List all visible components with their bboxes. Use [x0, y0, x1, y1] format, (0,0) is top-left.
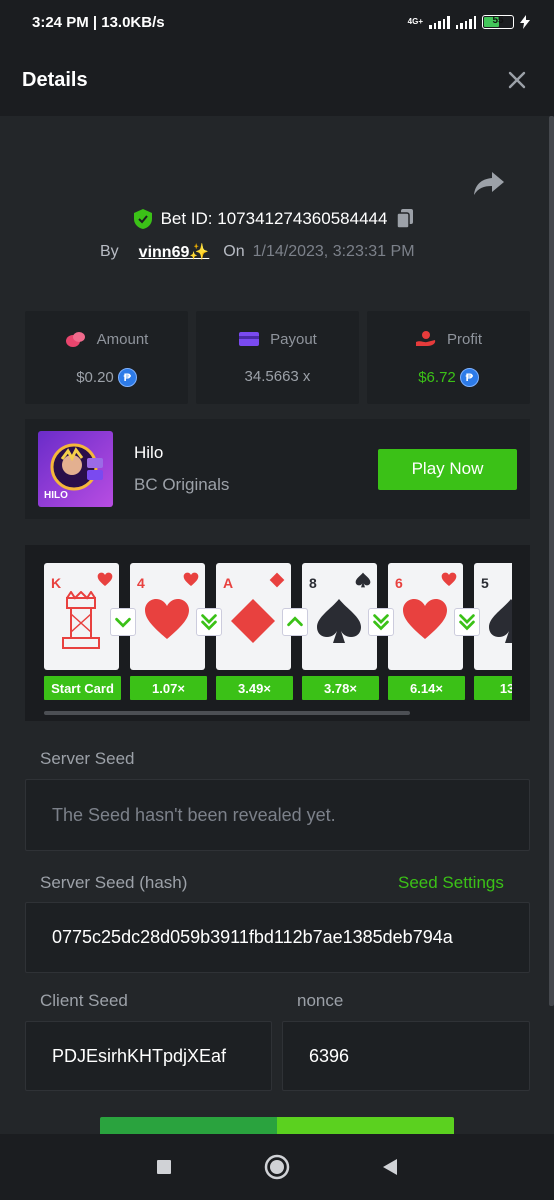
on-label: On — [223, 243, 245, 260]
spades-big-icon — [317, 599, 361, 643]
game-card: HILO Hilo BC Originals Play Now — [25, 419, 530, 519]
client-seed-field[interactable]: PDJEsirhKHTpdjXEaf — [25, 1021, 272, 1091]
card-icon — [239, 332, 260, 346]
battery-level: 55 — [492, 15, 504, 26]
vertical-scrollbar[interactable] — [549, 116, 554, 1006]
bet-stats: Amount $0.20 ₱ Payout 34.5663 x Profit $… — [25, 311, 530, 404]
battery-icon: 55 — [482, 15, 514, 29]
stat-payout-label: Payout — [270, 330, 317, 348]
hearts-big-icon — [403, 599, 447, 639]
system-nav-bar — [0, 1134, 554, 1200]
stat-amount-value: $0.20 — [76, 369, 114, 386]
playing-card: K — [44, 563, 119, 670]
signal-icon-2 — [455, 15, 476, 29]
cards-history-panel[interactable]: K Start Card 4 1.07× A 3.49× 8 3.78× 6 6.14× 5 13.2 — [25, 545, 530, 721]
cards-row[interactable]: K Start Card 4 1.07× A 3.49× 8 3.78× 6 6.14× 5 13.2 — [44, 563, 512, 703]
hearts-suit-icon — [441, 572, 457, 586]
diamonds-suit-icon — [269, 572, 285, 588]
spades-big-icon — [489, 599, 512, 643]
card-multiplier: 3.49× — [216, 676, 293, 700]
coin-icon: ₱ — [459, 368, 479, 387]
network-type: 4G+ — [407, 17, 423, 26]
stat-amount: Amount $0.20 ₱ — [25, 311, 188, 404]
game-name: Hilo — [134, 443, 164, 462]
card-rank: 8 — [309, 575, 317, 591]
recents-icon[interactable] — [154, 1157, 174, 1177]
bet-id: Bet ID: 107341274360584444 — [160, 209, 388, 228]
bet-id-row: Bet ID: 107341274360584444 — [0, 208, 548, 230]
guess-down-double-icon — [196, 608, 222, 636]
coins-icon — [65, 332, 85, 347]
guess-down-icon — [110, 608, 136, 636]
card-rank: 4 — [137, 575, 145, 591]
home-icon[interactable] — [264, 1154, 290, 1180]
hearts-big-icon — [145, 599, 189, 639]
coin-icon: ₱ — [117, 368, 137, 387]
details-header: Details — [0, 44, 554, 116]
game-thumb-text: HILO — [44, 490, 68, 501]
bet-date: 1/14/2023, 3:23:31 PM — [252, 243, 415, 260]
card-multiplier: 13.2 — [474, 676, 512, 700]
card-multiplier: 6.14× — [388, 676, 465, 700]
signal-icon — [429, 15, 450, 29]
server-seed-label: Server Seed — [40, 749, 135, 768]
back-icon[interactable] — [380, 1157, 400, 1177]
server-seed-field[interactable]: The Seed hasn't been revealed yet. — [25, 779, 530, 851]
card-multiplier: 1.07× — [130, 676, 207, 700]
card-rank: A — [223, 575, 234, 591]
play-now-button[interactable]: Play Now — [378, 448, 517, 490]
king-figure-icon — [62, 591, 100, 649]
diamonds-big-icon — [231, 599, 275, 643]
copy-icon[interactable] — [395, 208, 415, 230]
status-time: 3:24 PM | 13.0KB/s — [32, 13, 165, 31]
playing-card: A — [216, 563, 291, 670]
username-link[interactable]: vinn69✨ — [139, 242, 210, 262]
share-icon[interactable] — [472, 168, 506, 198]
playing-card: 6 — [388, 563, 463, 670]
stat-profit-value: $6.72 — [418, 369, 456, 386]
hand-money-icon — [415, 331, 436, 346]
guess-up-icon — [282, 608, 308, 636]
nonce-field[interactable]: 6396 — [282, 1021, 530, 1091]
spades-suit-icon — [355, 572, 371, 588]
hearts-suit-icon — [97, 572, 113, 586]
charging-icon — [520, 15, 530, 29]
game-category: BC Originals — [134, 475, 230, 494]
hearts-suit-icon — [183, 572, 199, 586]
by-label: By — [100, 243, 119, 260]
card-multiplier: 3.78× — [302, 676, 379, 700]
guess-down-double-icon — [368, 608, 394, 636]
status-bar: 3:24 PM | 13.0KB/s 4G+ 55 — [0, 0, 554, 44]
playing-card: 8 — [302, 563, 377, 670]
stat-payout: Payout 34.5663 x — [196, 311, 359, 404]
card-rank: 6 — [395, 575, 403, 591]
seed-settings-link[interactable]: Seed Settings — [398, 873, 504, 893]
stat-amount-label: Amount — [96, 330, 149, 348]
stat-profit: Profit $6.72 ₱ — [367, 311, 530, 404]
game-thumbnail[interactable]: HILO — [38, 431, 113, 507]
card-multiplier: Start Card — [44, 676, 121, 700]
verified-shield-icon — [133, 209, 152, 229]
guess-down-double-icon — [454, 608, 480, 636]
nonce-label: nonce — [297, 991, 344, 1010]
page-title: Details — [22, 68, 88, 91]
playing-card: 4 — [130, 563, 205, 670]
card-rank: K — [51, 575, 62, 591]
verify-button[interactable] — [100, 1117, 454, 1134]
details-content: Bet ID: 107341274360584444 By vinn69✨ On… — [0, 116, 548, 1134]
stat-payout-value: 34.5663 x — [244, 368, 311, 385]
status-icons: 4G+ 55 — [408, 15, 530, 29]
close-icon — [508, 71, 526, 89]
card-rank: 5 — [481, 575, 489, 591]
stat-profit-label: Profit — [446, 330, 482, 348]
horizontal-scrollbar[interactable] — [44, 711, 410, 715]
server-seed-hash-label: Server Seed (hash) — [40, 873, 188, 892]
close-button[interactable] — [502, 65, 532, 95]
bet-byline: By vinn69✨ On 1/14/2023, 3:23:31 PM — [100, 242, 415, 262]
client-seed-label: Client Seed — [40, 991, 128, 1010]
server-seed-hash-field[interactable]: 0775c25dc28d059b3911fbd112b7ae1385deb794… — [25, 902, 530, 973]
